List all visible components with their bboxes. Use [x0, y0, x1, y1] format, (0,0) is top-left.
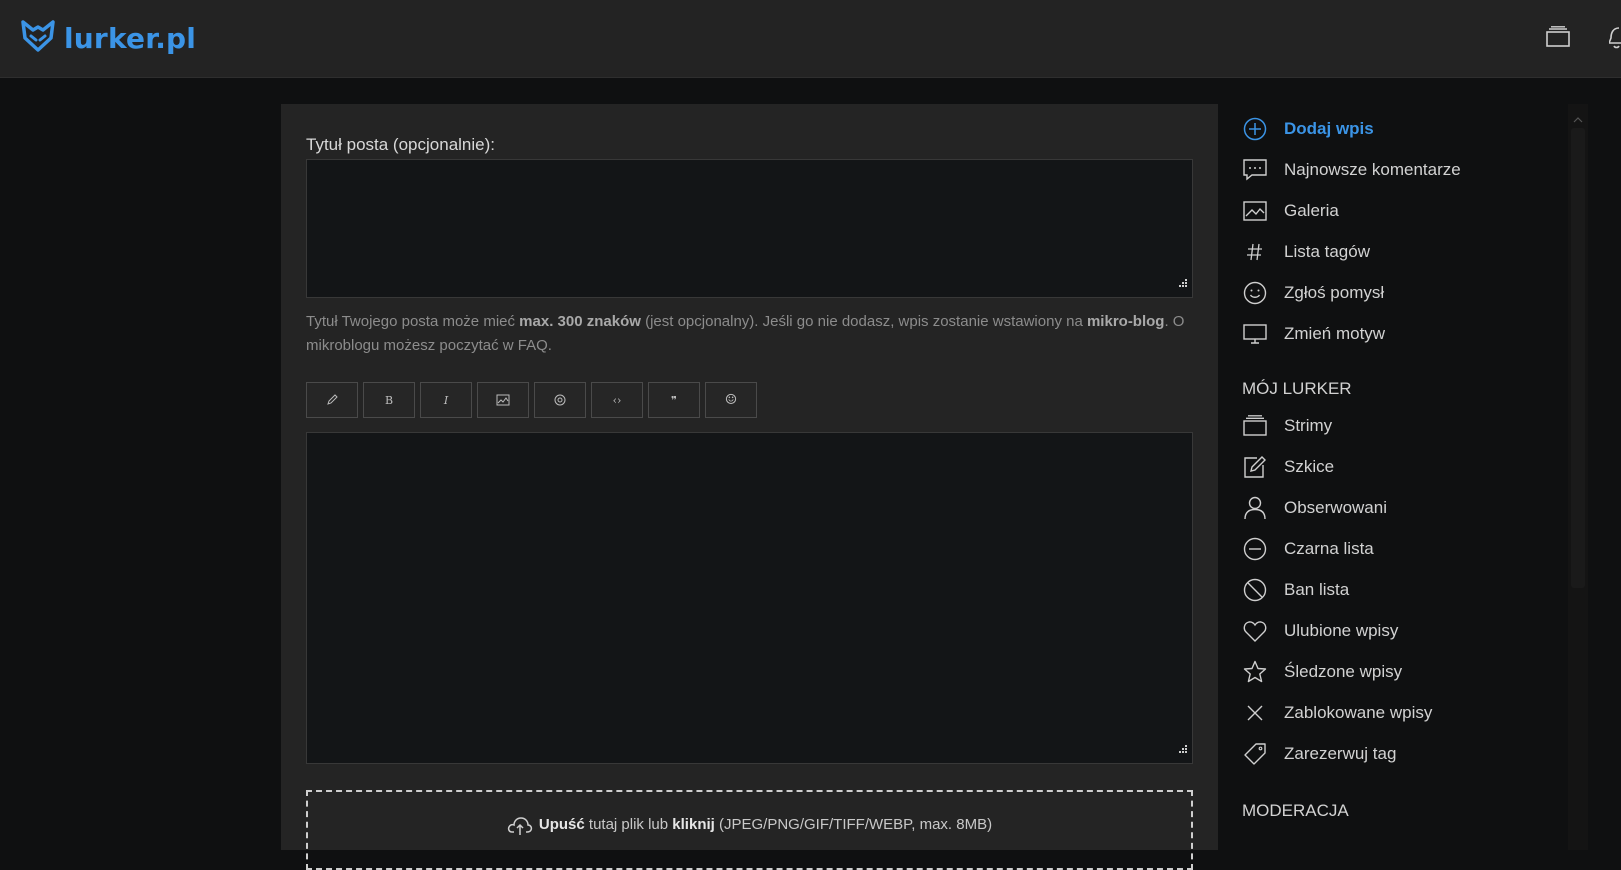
editor-toolbar: B I ‹› ❞ ☺	[306, 382, 757, 418]
sidebar-item-label: Ban lista	[1284, 579, 1350, 599]
sidebar-item-followed[interactable]: Obserwowani	[1242, 487, 1562, 528]
hint-text-1: Tytuł Twojego posta może mieć	[306, 313, 520, 330]
minus-circle-icon	[1242, 536, 1268, 562]
user-icon	[1242, 495, 1268, 521]
sidebar-item-label: Zablokowane wpisy	[1284, 702, 1433, 722]
quote-icon: ❞	[671, 393, 677, 407]
site-logo[interactable]: lurker.pl	[20, 19, 197, 58]
plus-circle-icon	[1242, 116, 1268, 142]
sidebar-item-favorites[interactable]: Ulubione wpisy	[1242, 610, 1562, 651]
sidebar-item-suggest[interactable]: Zgłoś pomysł	[1242, 272, 1562, 313]
comment-icon	[1242, 157, 1268, 183]
quote-button[interactable]: ❞	[648, 382, 700, 418]
sidebar-item-drafts[interactable]: Szkice	[1242, 446, 1562, 487]
hint-text-2: (jest opcjonalny). Jeśli go nie dodasz, …	[640, 313, 1087, 330]
smile-icon	[1242, 280, 1268, 306]
title-textarea[interactable]	[306, 159, 1193, 298]
sidebar-item-streams[interactable]: Strimy	[1242, 405, 1562, 446]
sidebar: Dodaj wpis Najnowsze komentarze Galeria …	[1242, 108, 1562, 827]
sidebar-item-label: Czarna lista	[1284, 538, 1374, 558]
star-icon	[1242, 659, 1268, 685]
resize-grip-icon[interactable]	[1178, 741, 1188, 759]
bell-icon[interactable]	[1607, 26, 1621, 55]
spoiler-icon	[554, 394, 566, 406]
moderation-heading: MODERACJA	[1242, 801, 1349, 820]
image-button[interactable]	[477, 382, 529, 418]
fox-logo-icon	[20, 19, 56, 58]
resize-grip-icon[interactable]	[1178, 275, 1188, 293]
sidebar-item-theme[interactable]: Zmień motyw	[1242, 313, 1562, 354]
sidebar-item-label: Zgłoś pomysł	[1284, 282, 1385, 302]
logo-text: lurker.pl	[64, 21, 197, 55]
heart-icon	[1242, 618, 1268, 644]
pencil-button[interactable]	[306, 382, 358, 418]
click-label[interactable]: kliknij	[672, 816, 715, 833]
my-lurker-heading: MÓJ LURKER	[1242, 379, 1352, 398]
title-hint: Tytuł Twojego posta może mieć max. 300 z…	[306, 310, 1196, 358]
file-formats: (JPEG/PNG/GIF/TIFF/WEBP, max. 8MB)	[719, 816, 993, 833]
sidebar-item-label: Najnowsze komentarze	[1284, 159, 1461, 179]
edit-icon	[1242, 454, 1268, 480]
hint-max-chars: max. 300 znaków	[519, 313, 641, 330]
sidebar-item-reserve-tag[interactable]: Zarezerwuj tag	[1242, 733, 1562, 774]
sidebar-item-label: Lista tagów	[1284, 241, 1370, 261]
streams-icon	[1242, 413, 1268, 439]
ban-icon	[1242, 577, 1268, 603]
scroll-up-icon[interactable]	[1573, 110, 1583, 128]
post-form-panel: Tytuł posta (opcjonalnie): Tytuł Twojego…	[281, 104, 1218, 870]
sidebar-item-label: Strimy	[1284, 415, 1333, 435]
emoji-icon: ☺	[724, 392, 738, 408]
bold-button[interactable]: B	[363, 382, 415, 418]
monitor-icon	[1242, 321, 1268, 347]
sidebar-item-tracked[interactable]: Śledzone wpisy	[1242, 651, 1562, 692]
sidebar-item-blocked[interactable]: Zablokowane wpisy	[1242, 692, 1562, 733]
sidebar-item-label: Śledzone wpisy	[1284, 661, 1403, 681]
sidebar-item-label: Szkice	[1284, 456, 1335, 476]
sidebar-item-label: Obserwowani	[1284, 497, 1387, 517]
title-label: Tytuł posta (opcjonalnie):	[306, 135, 495, 154]
sidebar-item-add-post[interactable]: Dodaj wpis	[1242, 108, 1562, 149]
sidebar-item-gallery[interactable]: Galeria	[1242, 190, 1562, 231]
pencil-icon	[327, 394, 338, 405]
top-bar: lurker.pl	[0, 0, 1621, 78]
tag-icon	[1242, 741, 1268, 767]
image-icon	[1242, 198, 1268, 224]
x-icon	[1242, 700, 1268, 726]
sidebar-item-latest-comments[interactable]: Najnowsze komentarze	[1242, 149, 1562, 190]
sidebar-item-label: Zmień motyw	[1284, 323, 1386, 343]
file-dropzone[interactable]: Upuść tutaj plik lub kliknij (JPEG/PNG/G…	[306, 790, 1193, 870]
streams-icon[interactable]	[1546, 26, 1570, 53]
drop-label: Upuść	[538, 816, 585, 833]
drop-text: tutaj plik lub	[588, 816, 669, 833]
sidebar-scrollbar[interactable]	[1568, 104, 1588, 850]
sidebar-item-label: Dodaj wpis	[1284, 118, 1374, 138]
sidebar-item-label: Ulubione wpisy	[1284, 620, 1399, 640]
post-body-textarea[interactable]	[306, 432, 1193, 764]
sidebar-item-label: Galeria	[1284, 200, 1339, 220]
code-icon: ‹›	[612, 393, 622, 407]
sidebar-item-label: Zarezerwuj tag	[1284, 743, 1397, 763]
image-icon	[496, 394, 510, 406]
emoji-button[interactable]: ☺	[705, 382, 757, 418]
sidebar-item-tags[interactable]: Lista tagów	[1242, 231, 1562, 272]
scrollbar-thumb[interactable]	[1571, 128, 1585, 588]
sidebar-item-banlist[interactable]: Ban lista	[1242, 569, 1562, 610]
italic-icon: I	[443, 393, 449, 407]
italic-button[interactable]: I	[420, 382, 472, 418]
sidebar-item-blacklist[interactable]: Czarna lista	[1242, 528, 1562, 569]
upload-cloud-icon	[507, 816, 533, 868]
spoiler-button[interactable]	[534, 382, 586, 418]
hint-microblog: mikro-blog	[1086, 313, 1165, 330]
dropzone-text: Upuść tutaj plik lub kliknij (JPEG/PNG/G…	[539, 816, 992, 868]
hash-icon	[1242, 239, 1268, 265]
bold-icon: B	[384, 393, 394, 407]
code-button[interactable]: ‹›	[591, 382, 643, 418]
